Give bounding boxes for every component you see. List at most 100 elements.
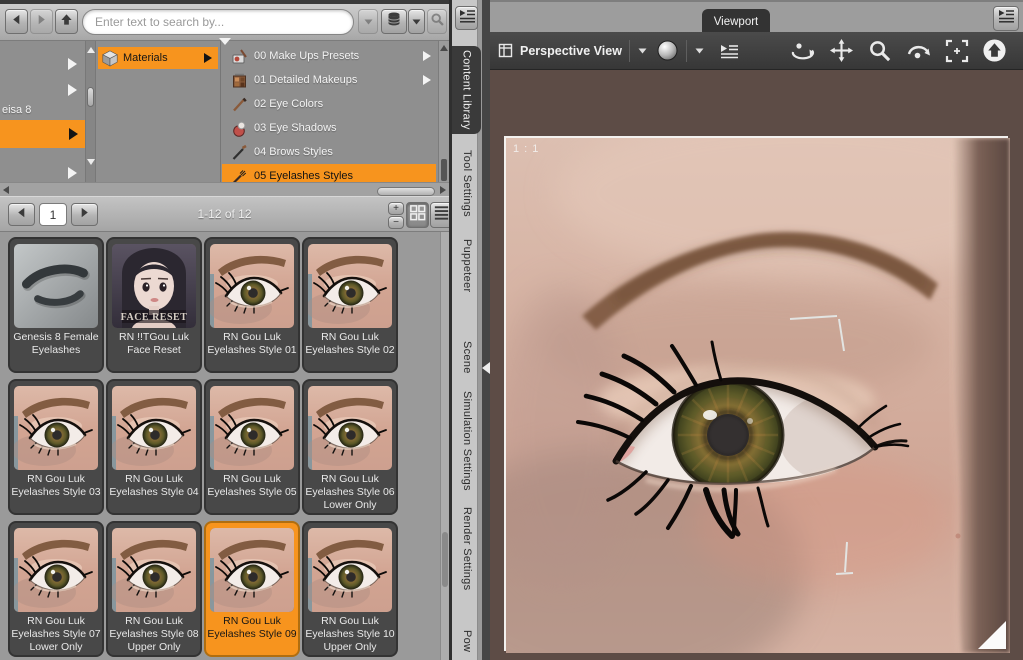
tree-item[interactable]: 00 Make Ups Presets: [222, 44, 436, 68]
resize-handle-icon[interactable]: [978, 621, 1006, 649]
dock-tab-tool-settings[interactable]: Tool Settings: [455, 145, 479, 221]
content-library-panel: eisa 8 Materials 00 Make Ups Presets 01 D…: [0, 0, 453, 660]
chevron-down-icon: [363, 13, 374, 31]
scroll-right-icon[interactable]: [440, 186, 446, 194]
panel-menu-icon: [458, 9, 476, 28]
database-dropdown[interactable]: [408, 9, 425, 34]
thumbnail-lashes: [14, 244, 98, 328]
thumbnail-eye: [308, 386, 392, 470]
asset-tile[interactable]: Genesis 8 Female Eyelashes: [8, 237, 104, 373]
up-level-button[interactable]: [55, 9, 78, 34]
asset-tile[interactable]: RN Gou Luk Eyelashes Style 07 Lower Only: [8, 521, 104, 657]
camera-dropdown-icon[interactable]: [637, 46, 648, 55]
drawstyle-sphere-icon[interactable]: [656, 39, 679, 62]
tree-selected-parent[interactable]: [0, 120, 90, 148]
frame-camera-icon[interactable]: [945, 39, 969, 63]
tree-item[interactable]: 01 Detailed Makeups: [222, 68, 436, 92]
toolbar-divider: [628, 39, 630, 62]
search-input[interactable]: [82, 9, 354, 35]
forward-button[interactable]: [30, 9, 53, 34]
panel-splitter[interactable]: [482, 0, 490, 660]
collapse-panel-icon[interactable]: [482, 362, 490, 374]
asset-tile[interactable]: RN Gou Luk Eyelashes Style 10 Upper Only: [302, 521, 398, 657]
brow-brush-icon: [230, 143, 248, 161]
asset-tile[interactable]: RN Gou Luk Eyelashes Style 01: [204, 237, 300, 373]
orbit-camera-icon[interactable]: [789, 39, 816, 63]
thumbnail-eye: [308, 528, 392, 612]
scroll-down-icon[interactable]: [87, 159, 95, 165]
dock-tab-content-library[interactable]: Content Library: [452, 46, 481, 134]
asset-tile[interactable]: RN Gou Luk Eyelashes Style 06 Lower Only: [302, 379, 398, 515]
thumbnail-eye: [210, 386, 294, 470]
asset-label: RN Gou Luk Eyelashes Style 05: [207, 473, 297, 498]
aspect-ratio-label: 1 : 1: [513, 143, 540, 155]
asset-tile[interactable]: RN Gou Luk Eyelashes Style 05: [204, 379, 300, 515]
expand-arrow-icon[interactable]: [68, 167, 77, 179]
panel-menu-icon: [997, 9, 1015, 28]
zoom-camera-icon[interactable]: [867, 38, 892, 63]
rotate-camera-icon[interactable]: [905, 40, 932, 62]
dock-tab-simulation-settings[interactable]: Simulation Settings: [455, 388, 479, 494]
dock-tab-puppeteer[interactable]: Puppeteer: [455, 228, 479, 304]
tree-item-label: 04 Brows Styles: [254, 146, 333, 158]
tree-vertical-scrollbar[interactable]: [85, 41, 96, 196]
dock-tab-render-settings[interactable]: Render Settings: [455, 504, 479, 594]
toolbar-divider: [685, 39, 687, 62]
tree-horizontal-scrollbar[interactable]: [0, 182, 449, 196]
subfolder-scrollbar[interactable]: [438, 41, 449, 182]
panel-menu-button[interactable]: [993, 6, 1019, 31]
database-button[interactable]: [381, 9, 407, 34]
expand-arrow-icon[interactable]: [68, 84, 77, 96]
asset-label: RN Gou Luk Eyelashes Style 01: [207, 331, 297, 356]
viewport-toolbar: Perspective View: [490, 32, 1023, 70]
expand-arrow-icon[interactable]: [68, 58, 77, 70]
scrollbar-thumb[interactable]: [441, 159, 447, 181]
thumb-size-decrease-button[interactable]: −: [388, 216, 404, 229]
grid-view-button[interactable]: [406, 202, 429, 228]
thumbnail-portrait: FACE RESET: [112, 244, 196, 328]
scroll-left-icon[interactable]: [3, 186, 9, 194]
asset-label: RN Gou Luk Eyelashes Style 09: [207, 615, 297, 640]
viewport-tabbar: Viewport: [490, 0, 1023, 34]
pane-layout-icon[interactable]: [498, 43, 513, 58]
scrollbar-thumb[interactable]: [377, 187, 435, 196]
forward-icon: [34, 12, 49, 32]
search-history-dropdown[interactable]: [358, 9, 378, 34]
tab-viewport[interactable]: Viewport: [702, 9, 770, 34]
thumbnail-eye: [14, 386, 98, 470]
scrollbar-thumb[interactable]: [87, 87, 94, 107]
asset-tile[interactable]: RN Gou Luk Eyelashes Style 09: [204, 521, 300, 657]
drawstyle-dropdown-icon[interactable]: [694, 46, 705, 55]
tree-item[interactable]: 04 Brows Styles: [222, 140, 436, 164]
dock-tab-scene[interactable]: Scene: [455, 337, 479, 377]
camera-selector[interactable]: Perspective View: [520, 44, 622, 58]
content-library-toolbar: [0, 4, 449, 41]
tree-item-materials[interactable]: Materials: [98, 47, 218, 69]
dock-tab-strip: Content Library Tool Settings Puppeteer Sce…: [449, 0, 481, 660]
view-options-icon[interactable]: [719, 43, 739, 59]
thumb-size-increase-button[interactable]: +: [388, 202, 404, 215]
dock-tab-pow[interactable]: Pow: [455, 622, 479, 660]
eye-pencil-icon: [230, 95, 248, 113]
thumbnail-eye: [210, 244, 294, 328]
tree-item[interactable]: 02 Eye Colors: [222, 92, 436, 116]
reset-camera-icon[interactable]: [982, 38, 1007, 63]
search-go-button[interactable]: [427, 9, 447, 34]
scrollbar-thumb[interactable]: [442, 532, 448, 587]
tree-item[interactable]: 03 Eye Shadows: [222, 116, 436, 140]
asset-tile[interactable]: RN Gou Luk Eyelashes Style 02: [302, 237, 398, 373]
asset-tile[interactable]: RN Gou Luk Eyelashes Style 03: [8, 379, 104, 515]
pan-camera-icon[interactable]: [829, 38, 854, 63]
asset-tile[interactable]: RN Gou Luk Eyelashes Style 08 Upper Only: [106, 521, 202, 657]
asset-label: Genesis 8 Female Eyelashes: [13, 331, 99, 356]
viewport-canvas[interactable]: 1 : 1: [490, 70, 1023, 660]
grid-scrollbar[interactable]: [440, 232, 449, 660]
expand-arrow-icon: [423, 51, 431, 61]
asset-tile[interactable]: RN Gou Luk Eyelashes Style 04: [106, 379, 202, 515]
asset-label: RN Gou Luk Eyelashes Style 10 Upper Only: [305, 615, 395, 653]
scroll-up-icon[interactable]: [440, 45, 448, 51]
scroll-up-icon[interactable]: [87, 47, 95, 53]
panel-menu-button[interactable]: [455, 6, 478, 30]
asset-tile[interactable]: FACE RESET RN !!TGou Luk Face Reset: [106, 237, 202, 373]
back-button[interactable]: [5, 9, 28, 34]
